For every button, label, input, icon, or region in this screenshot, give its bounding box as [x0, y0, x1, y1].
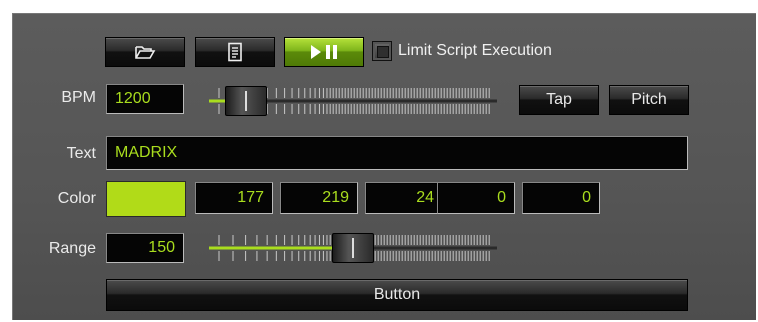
- open-button[interactable]: [105, 37, 185, 67]
- color-value-green[interactable]: 219: [280, 182, 358, 214]
- range-input[interactable]: 150: [106, 233, 184, 263]
- bpm-label: BPM: [61, 89, 96, 106]
- range-slider-thumb[interactable]: [332, 233, 374, 263]
- limit-script-checkbox[interactable]: [372, 41, 392, 61]
- color-label: Color: [57, 190, 96, 207]
- pitch-button[interactable]: Pitch: [609, 85, 689, 115]
- range-label: Range: [48, 240, 96, 257]
- bpm-input[interactable]: 1200: [106, 84, 184, 114]
- color-value-alpha[interactable]: 0: [522, 182, 600, 214]
- script-editor-button[interactable]: [195, 37, 275, 67]
- color-value-white[interactable]: 0: [437, 182, 515, 214]
- tap-button[interactable]: Tap: [519, 85, 599, 115]
- checkbox-mark: [377, 46, 389, 58]
- bpm-slider-thumb[interactable]: [225, 86, 268, 116]
- script-button[interactable]: Button: [106, 279, 688, 311]
- document-icon: [228, 42, 242, 62]
- bpm-slider[interactable]: [205, 82, 501, 120]
- play-pause-icon: [311, 45, 337, 59]
- limit-script-label: Limit Script Execution: [398, 42, 552, 59]
- text-input[interactable]: MADRIX: [106, 136, 688, 170]
- range-slider[interactable]: [205, 229, 501, 267]
- color-value-blue[interactable]: 24: [365, 182, 443, 214]
- play-pause-button[interactable]: [284, 37, 364, 67]
- color-value-red[interactable]: 177: [195, 182, 273, 214]
- text-label: Text: [66, 145, 96, 162]
- folder-open-icon: [135, 46, 156, 59]
- color-swatch[interactable]: [106, 181, 186, 217]
